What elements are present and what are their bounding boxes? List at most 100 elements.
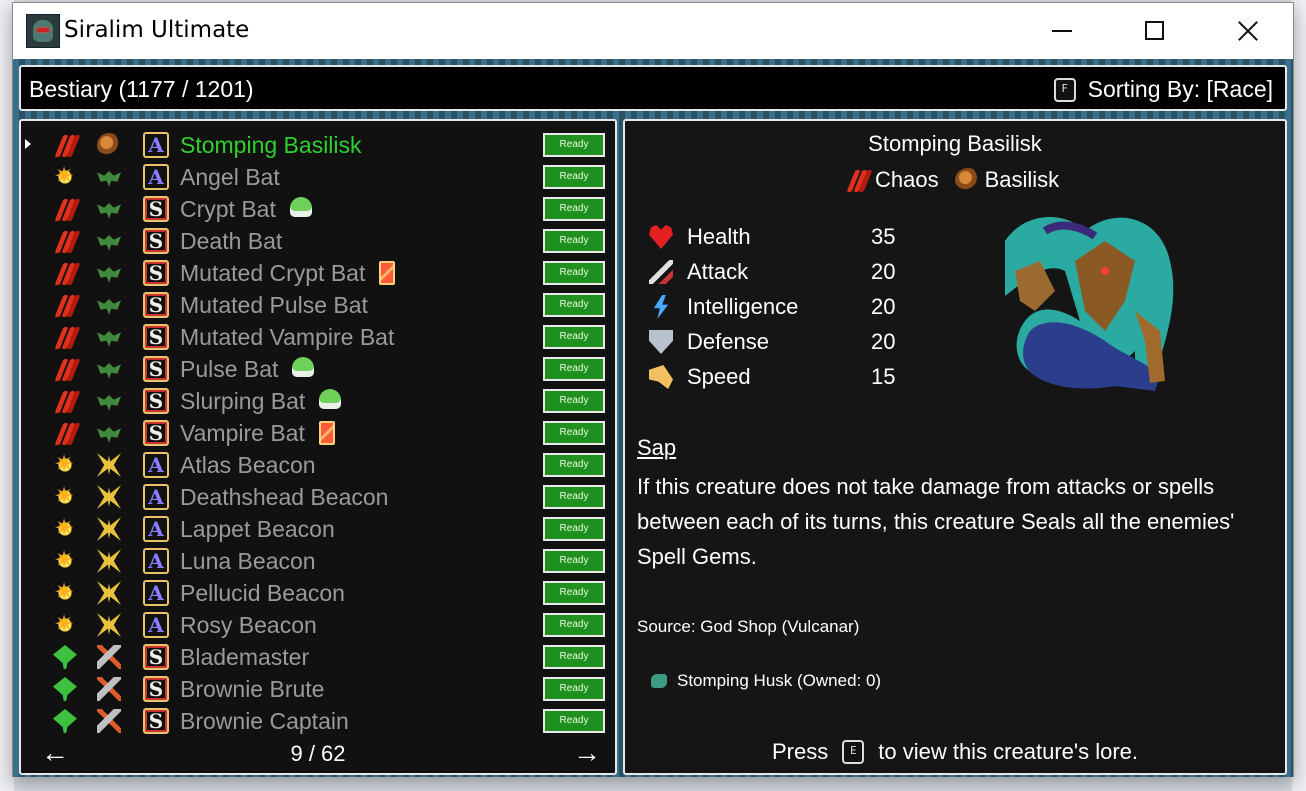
- stat-value: 20: [871, 329, 896, 354]
- rank-a-icon: A: [143, 164, 169, 190]
- sort-label: Sorting By: [Race]: [1087, 76, 1273, 102]
- ready-badge: Ready: [543, 133, 605, 157]
- ability-name: Sap: [637, 435, 677, 460]
- heart-icon: [649, 225, 673, 249]
- leaf-class-icon: [53, 709, 77, 733]
- bat-race-icon: [97, 395, 121, 411]
- list-item[interactable]: A Lappet Beacon Ready: [25, 513, 611, 545]
- beacon-race-icon: [97, 453, 121, 477]
- rank-a-icon: A: [143, 484, 169, 510]
- ready-badge: Ready: [543, 293, 605, 317]
- chaos-class-icon: [845, 168, 871, 192]
- ready-badge: Ready: [543, 485, 605, 509]
- creature-types: Chaos Basilisk: [845, 167, 1059, 193]
- list-item[interactable]: A Angel Bat Ready: [25, 161, 611, 193]
- list-item[interactable]: S Slurping Bat Ready: [25, 385, 611, 417]
- list-item[interactable]: A Luna Beacon Ready: [25, 545, 611, 577]
- creature-sprite: [1005, 217, 1174, 391]
- beacon-race-icon: [97, 581, 121, 605]
- list-item[interactable]: S Blademaster Ready: [25, 641, 611, 673]
- list-item[interactable]: S Brownie Brute Ready: [25, 673, 611, 705]
- stat-label: Attack: [687, 259, 749, 284]
- ready-badge: Ready: [543, 389, 605, 413]
- slime-badge-icon: [319, 389, 341, 409]
- lore-hint: Press E to view this creature's lore.: [625, 739, 1285, 765]
- wing-icon: [649, 365, 673, 389]
- ready-badge: Ready: [543, 549, 605, 573]
- list-item[interactable]: A Deathshead Beacon Ready: [25, 481, 611, 513]
- rank-s-icon: S: [143, 644, 169, 670]
- ready-badge: Ready: [543, 229, 605, 253]
- rank-s-icon: S: [143, 420, 169, 446]
- basilisk-race-icon: [97, 133, 121, 157]
- page-counter: 9 / 62: [290, 741, 346, 766]
- stat-label: Health: [687, 224, 751, 249]
- rank-s-icon: S: [143, 708, 169, 734]
- sun-class-icon: [53, 546, 77, 574]
- card-badge-icon: [379, 261, 395, 285]
- creature-name-label: Slurping Bat: [180, 388, 306, 414]
- next-page-arrow-icon[interactable]: →: [573, 737, 601, 769]
- creature-name-label: Pulse Bat: [180, 356, 279, 382]
- bolt-icon: [653, 295, 669, 319]
- leaf-class-icon: [53, 677, 77, 701]
- brownie-race-icon: [97, 677, 121, 701]
- list-item[interactable]: S Vampire Bat Ready: [25, 417, 611, 449]
- list-item[interactable]: A Pellucid Beacon Ready: [25, 577, 611, 609]
- creature-name-label: Brownie Captain: [180, 708, 349, 734]
- creature-name-label: Mutated Crypt Bat: [180, 260, 366, 286]
- list-item[interactable]: A Stomping Basilisk Ready: [25, 129, 611, 161]
- title-bar[interactable]: Siralim Ultimate: [13, 3, 1293, 59]
- list-item[interactable]: S Mutated Pulse Bat Ready: [25, 289, 611, 321]
- ready-badge: Ready: [543, 421, 605, 445]
- bat-race-icon: [97, 299, 121, 315]
- list-item[interactable]: S Pulse Bat Ready: [25, 353, 611, 385]
- list-item[interactable]: S Mutated Vampire Bat Ready: [25, 321, 611, 353]
- sort-control[interactable]: F Sorting By: [Race]: [1053, 76, 1273, 103]
- list-item[interactable]: S Crypt Bat Ready: [25, 193, 611, 225]
- ready-badge: Ready: [543, 197, 605, 221]
- rank-a-icon: A: [143, 452, 169, 478]
- leaf-class-icon: [53, 645, 77, 669]
- ready-badge: Ready: [543, 613, 605, 637]
- list-item[interactable]: S Death Bat Ready: [25, 225, 611, 257]
- list-item[interactable]: S Brownie Captain Ready: [25, 705, 611, 737]
- bestiary-header: Bestiary (1177 / 1201) F Sorting By: [Ra…: [19, 65, 1287, 111]
- rank-s-icon: S: [143, 388, 169, 414]
- ready-badge: Ready: [543, 677, 605, 701]
- maximize-icon: [1145, 21, 1164, 40]
- bestiary-title: Bestiary (1177 / 1201): [29, 76, 254, 102]
- slime-badge-icon: [290, 197, 312, 217]
- list-item[interactable]: S Mutated Crypt Bat Ready: [25, 257, 611, 289]
- rank-s-icon: S: [143, 260, 169, 286]
- stat-label: Intelligence: [687, 294, 799, 319]
- chaos-class-icon: [53, 197, 77, 221]
- creature-name-label: Mutated Vampire Bat: [180, 324, 395, 350]
- creature-name-label: Death Bat: [180, 228, 283, 254]
- chaos-class-icon: [53, 357, 77, 381]
- maximize-button[interactable]: [1109, 3, 1201, 59]
- sun-class-icon: [53, 610, 77, 638]
- bat-race-icon: [97, 267, 121, 283]
- creature-name-label: Blademaster: [180, 644, 310, 670]
- beacon-race-icon: [97, 549, 121, 573]
- stat-health: Health 35: [649, 221, 899, 253]
- rank-a-icon: A: [143, 612, 169, 638]
- creature-source: Source: God Shop (Vulcanar): [637, 617, 860, 636]
- ready-badge: Ready: [543, 453, 605, 477]
- chaos-class-icon: [53, 261, 77, 285]
- list-item[interactable]: A Rosy Beacon Ready: [25, 609, 611, 641]
- chaos-class-icon: [53, 389, 77, 413]
- bat-race-icon: [97, 331, 121, 347]
- list-item[interactable]: A Atlas Beacon Ready: [25, 449, 611, 481]
- close-button[interactable]: [1201, 3, 1293, 59]
- stat-value: 20: [871, 259, 896, 284]
- rank-s-icon: S: [143, 324, 169, 350]
- ready-badge: Ready: [543, 517, 605, 541]
- ability-description: If this creature does not take damage fr…: [637, 474, 1235, 569]
- creature-name-label: Brownie Brute: [180, 676, 325, 702]
- minimize-button[interactable]: [1017, 3, 1109, 59]
- sun-class-icon: [53, 450, 77, 478]
- e-key-icon[interactable]: E: [842, 740, 865, 764]
- stat-value: 20: [871, 294, 896, 319]
